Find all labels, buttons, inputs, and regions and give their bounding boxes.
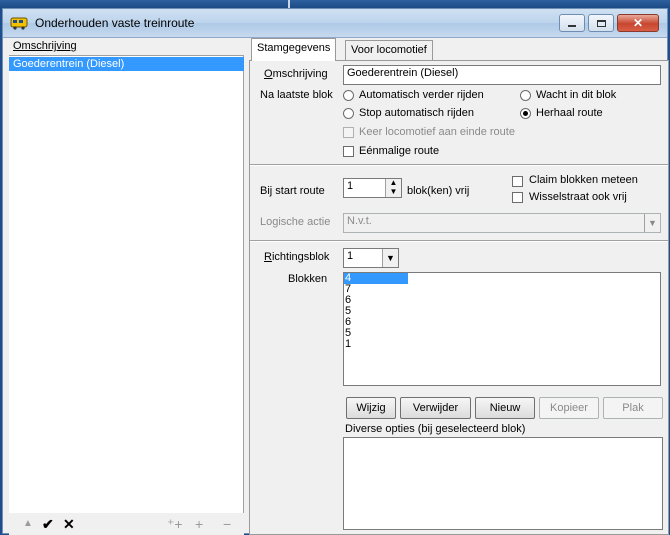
- bij-start-route-spinner[interactable]: 1 ▲ ▼: [343, 178, 402, 198]
- column-header-omschrijving[interactable]: Omschrijving: [9, 38, 244, 56]
- plak-button[interactable]: Plak: [603, 397, 663, 419]
- list-item[interactable]: 6: [344, 295, 660, 306]
- checkbox-claim[interactable]: [512, 176, 523, 187]
- window-title: Onderhouden vaste treinroute: [35, 16, 195, 30]
- richtingsblok-label: Richtingsblok: [264, 251, 330, 263]
- tab-stamgegevens[interactable]: Stamgegevens: [251, 38, 337, 61]
- stamgegevens-panel: Omschrijving Goederentrein (Diesel) Na l…: [249, 60, 669, 535]
- checkbox-wisselstraat[interactable]: [512, 192, 523, 203]
- bij-start-route-value: 1: [347, 180, 354, 192]
- background-taskbar: [0, 0, 670, 8]
- checkbox-claim-label: Claim blokken meteen: [529, 174, 638, 186]
- list-item[interactable]: 5: [344, 306, 660, 317]
- radio-stop-label: Stop automatisch rijden: [359, 107, 474, 119]
- divider: [250, 164, 668, 166]
- check-icon[interactable]: ✔: [42, 517, 54, 531]
- radio-herhaal-label: Herhaal route: [536, 107, 603, 119]
- blokken-vrij-label: blok(ken) vrij: [407, 185, 470, 197]
- tab-area: Stamgegevens Voor locomotief Omschrijvin…: [249, 38, 669, 535]
- diverse-opties-label: Diverse opties (bij geselecteerd blok): [345, 423, 526, 435]
- list-item[interactable]: 1: [344, 339, 660, 350]
- add-icon[interactable]: +: [195, 517, 203, 531]
- chevron-down-icon[interactable]: ▼: [382, 249, 398, 267]
- title-bar[interactable]: Onderhouden vaste treinroute ✕: [3, 9, 667, 38]
- close-icon: ✕: [632, 16, 644, 30]
- close-icon[interactable]: ✕: [63, 517, 75, 531]
- checkbox-eenmalige[interactable]: [343, 146, 354, 157]
- divider: [250, 240, 668, 242]
- blokken-listbox[interactable]: 4 7 6 5 6 5 1: [343, 272, 661, 386]
- up-arrow-icon[interactable]: ▲: [23, 517, 33, 531]
- train-icon: [10, 17, 28, 30]
- verwijder-button[interactable]: Verwijder: [400, 397, 471, 419]
- logische-actie-label: Logische actie: [260, 216, 331, 228]
- list-item[interactable]: 6: [344, 317, 660, 328]
- omschrijving-input[interactable]: Goederentrein (Diesel): [343, 65, 661, 85]
- wijzig-button[interactable]: Wijzig: [346, 397, 396, 419]
- richtingsblok-value: 1: [347, 250, 354, 262]
- omschrijving-label: Omschrijving: [264, 68, 328, 80]
- close-window-button[interactable]: ✕: [617, 14, 659, 32]
- tab-voor-locomotief[interactable]: Voor locomotief: [345, 40, 433, 61]
- list-toolbar: ▲ ✔ ✕ ⁺+ + −: [9, 513, 244, 535]
- checkbox-keer-label: Keer locomotief aan einde route: [359, 126, 515, 138]
- route-list-pane: Omschrijving Goederentrein (Diesel) ▲ ✔ …: [9, 38, 244, 535]
- nieuw-button[interactable]: Nieuw: [475, 397, 535, 419]
- blokken-label: Blokken: [288, 273, 328, 285]
- radio-herhaal[interactable]: [520, 108, 531, 119]
- spin-arrows-icon[interactable]: ▲ ▼: [385, 179, 401, 197]
- list-item[interactable]: Goederentrein (Diesel): [9, 57, 244, 71]
- radio-auto-verder[interactable]: [343, 90, 354, 101]
- route-window: Onderhouden vaste treinroute ✕ Omschrijv…: [2, 8, 669, 535]
- checkbox-keer[interactable]: [343, 127, 354, 138]
- logische-actie-select[interactable]: N.v.t. ▼: [343, 213, 661, 233]
- richtingsblok-select[interactable]: 1 ▼: [343, 248, 399, 268]
- logische-actie-value: N.v.t.: [347, 215, 372, 227]
- list-item[interactable]: 5: [344, 328, 660, 339]
- radio-wacht[interactable]: [520, 90, 531, 101]
- remove-icon[interactable]: −: [223, 517, 231, 531]
- diverse-opties-box[interactable]: [343, 437, 663, 530]
- chevron-down-icon[interactable]: ▼: [644, 214, 660, 232]
- checkbox-wisselstraat-label: Wisselstraat ook vrij: [529, 191, 627, 203]
- radio-stop[interactable]: [343, 108, 354, 119]
- radio-wacht-label: Wacht in dit blok: [536, 89, 617, 101]
- add-multiple-icon[interactable]: ⁺+: [167, 517, 183, 531]
- minimize-icon: [568, 25, 576, 27]
- list-item[interactable]: 7: [344, 284, 660, 295]
- radio-auto-verder-label: Automatisch verder rijden: [359, 89, 484, 101]
- maximize-icon: [596, 19, 606, 27]
- bij-start-route-label: Bij start route: [260, 185, 325, 197]
- list-item[interactable]: 4: [344, 273, 408, 284]
- minimize-button[interactable]: [559, 14, 585, 32]
- na-laatste-blok-label: Na laatste blok: [260, 89, 333, 101]
- kopieer-button[interactable]: Kopieer: [539, 397, 599, 419]
- checkbox-eenmalige-label: Eénmalige route: [359, 145, 440, 157]
- maximize-button[interactable]: [588, 14, 614, 32]
